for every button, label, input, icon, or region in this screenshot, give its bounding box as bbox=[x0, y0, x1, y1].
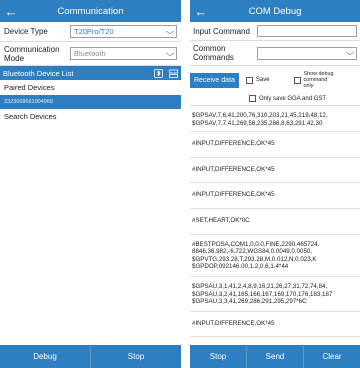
chevron-down-icon: ⌵ bbox=[165, 48, 175, 58]
log-entry: $GPSAV,7,6,41,200,76,310,203,21,45,219,4… bbox=[190, 107, 360, 133]
log-entry: $GPSAU,3,1,41,2,4,8,9,16,21,26,27,31,72,… bbox=[190, 277, 360, 312]
com-debug-titlebar: ← COM Debug bbox=[190, 0, 360, 22]
list-icon[interactable] bbox=[169, 69, 178, 78]
page-title: Communication bbox=[57, 5, 124, 17]
comm-mode-select[interactable]: Bluetooth ⌵ bbox=[70, 47, 177, 60]
log-entry: #INPUT,DIFFERENCE,OK*45 bbox=[190, 183, 360, 209]
input-command-row: Input Command bbox=[190, 22, 360, 41]
paired-devices-label: Paired Devices bbox=[4, 83, 55, 92]
communication-screen: ← Communication Device Type T20Pro/T20 ⌵… bbox=[0, 0, 181, 368]
arrow-left-icon[interactable]: ← bbox=[0, 4, 22, 19]
log-entry: #INPUT,DIFFERENCE,OK*45 bbox=[190, 132, 360, 158]
save-label: Save bbox=[255, 77, 270, 83]
com-debug-bottom-bar: Stop Send Clear bbox=[190, 345, 360, 368]
only-gga-checkbox[interactable] bbox=[249, 95, 256, 102]
comm-mode-row: Communication Mode Bluetooth ⌵ bbox=[0, 42, 181, 66]
show-debug-label: Show debug command only bbox=[303, 70, 334, 90]
search-devices-item[interactable]: Search Devices bbox=[0, 109, 181, 124]
debug-button[interactable]: Debug bbox=[0, 345, 90, 368]
receive-data-button[interactable]: Receive data bbox=[190, 72, 239, 88]
receive-options-row: Receive data Save Show debug command onl… bbox=[190, 66, 360, 92]
gga-option-row: Only save GGA and GST bbox=[190, 92, 360, 106]
chevron-down-icon: ⌵ bbox=[345, 48, 355, 57]
bluetooth-scan-icon[interactable] bbox=[154, 68, 163, 78]
device-list-item[interactable]: 2323668661004969 bbox=[0, 95, 181, 109]
only-gga-label: Only save GGA and GST bbox=[259, 95, 327, 102]
common-commands-select[interactable]: ⌵ bbox=[256, 46, 357, 60]
device-type-row: Device Type T20Pro/T20 ⌵ bbox=[0, 22, 181, 42]
clear-button[interactable]: Clear bbox=[303, 345, 360, 368]
log-entry: #INPUT,DIFFERENCE,OK*45 bbox=[190, 158, 360, 184]
bt-list-title: Bluetooth Device List bbox=[3, 68, 74, 78]
com-debug-screen: ← COM Debug Input Command Common Command… bbox=[190, 0, 360, 368]
device-type-select[interactable]: T20Pro/T20 ⌵ bbox=[70, 25, 177, 38]
log-entry: #SET,HEART,OK*0C bbox=[190, 209, 360, 235]
debug-log[interactable]: $GPSAV,7,6,41,200,76,310,203,21,45,219,4… bbox=[190, 107, 360, 345]
chevron-down-icon: ⌵ bbox=[165, 26, 175, 36]
common-commands-row: Common Commands ⌵ bbox=[190, 41, 360, 66]
send-button[interactable]: Send bbox=[246, 345, 303, 368]
stop-button[interactable]: Stop bbox=[190, 345, 246, 368]
input-command-field[interactable] bbox=[256, 25, 357, 37]
comm-mode-value: Bluetooth bbox=[74, 49, 106, 58]
stop-button[interactable]: Stop bbox=[90, 345, 181, 368]
device-type-value: T20Pro/T20 bbox=[74, 27, 114, 36]
save-checkbox[interactable] bbox=[245, 76, 253, 84]
page-title: COM Debug bbox=[248, 5, 302, 17]
input-command-label: Input Command bbox=[193, 26, 250, 36]
comm-mode-label: Communication Mode bbox=[4, 44, 60, 63]
log-entry: #BESTPOSA,COM1,0,0.0,FINE,2290,465724. 8… bbox=[190, 235, 360, 277]
common-commands-label: Common Commands bbox=[193, 44, 234, 62]
communication-bottom-bar: Debug Stop bbox=[0, 345, 181, 368]
communication-titlebar: ← Communication bbox=[0, 0, 181, 22]
arrow-left-icon[interactable]: ← bbox=[190, 4, 212, 19]
log-entry: #INPUT,DIFFERENCE,OK*45 bbox=[190, 312, 360, 338]
show-debug-checkbox[interactable] bbox=[293, 76, 301, 84]
bt-list-header: Bluetooth Device List bbox=[0, 66, 181, 80]
device-type-label: Device Type bbox=[4, 27, 48, 36]
